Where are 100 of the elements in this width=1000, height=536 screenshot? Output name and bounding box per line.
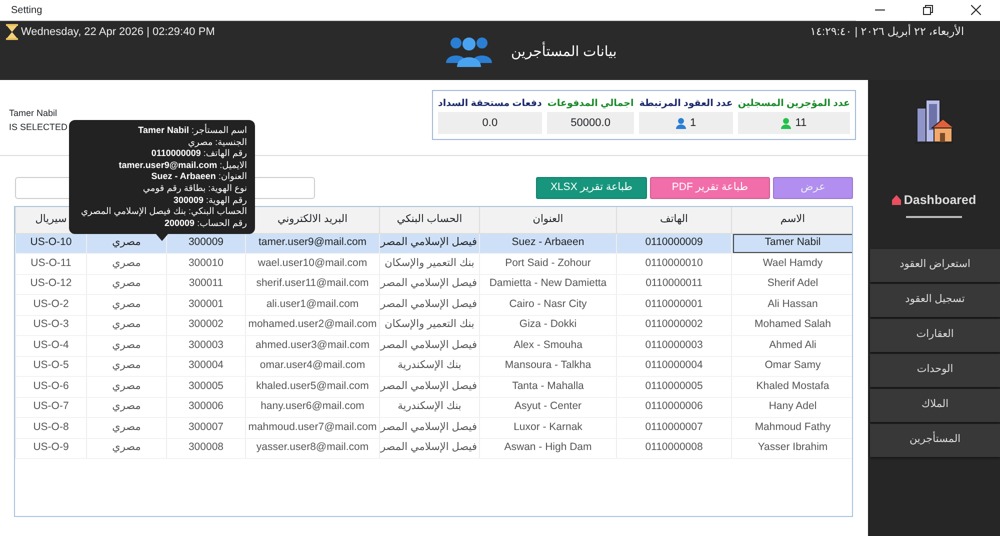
table-cell: Giza - Dokki: [480, 315, 616, 336]
tooltip-line: نوع الهوية: بطاقة رقم قومي: [142, 182, 247, 195]
stat-label: دفعات مستحقة السداد: [438, 97, 542, 111]
table-cell: 300008: [166, 438, 246, 458]
table-cell: ali.user1@mail.com: [246, 294, 380, 315]
table-cell: Mansoura - Talkha: [480, 356, 616, 376]
sidebar-item[interactable]: الملاك: [870, 388, 1000, 422]
selected-name: Tamer Nabil: [9, 106, 58, 120]
selection-status: IS SELECTED: [9, 120, 68, 134]
table-cell: Tamer Nabil: [732, 233, 852, 254]
home-icon: [892, 195, 901, 206]
table-cell: Mohamed Salah: [732, 315, 852, 336]
table-cell: Tanta - Mahalla: [480, 376, 616, 397]
table-cell: مصري: [86, 376, 166, 397]
table-cell: khaled.user5@mail.com: [246, 376, 380, 397]
dashboard-title: Dashboared: [904, 192, 976, 209]
sidebar-item[interactable]: استعراض العقود: [870, 248, 1000, 282]
table-cell: بنك التعمير والإسكان: [380, 254, 480, 274]
table-cell: Ahmed Ali: [732, 336, 852, 356]
table-cell: 300003: [166, 336, 246, 356]
table-cell: Suez - Arbaeen: [480, 233, 616, 254]
table-cell: مصري: [86, 274, 166, 294]
window-title: Setting: [10, 4, 42, 18]
close-icon: [971, 5, 981, 15]
stat-value: 0.0: [438, 112, 542, 134]
table-cell: Hany Adel: [732, 397, 852, 418]
column-header[interactable]: الاسم: [732, 207, 852, 233]
stat-value: 50000.0: [546, 112, 634, 134]
table-cell: 0110000010: [616, 254, 732, 274]
table-cell: Mahmoud Fathy: [732, 418, 852, 438]
table-cell: mahmoud.user7@mail.com: [246, 418, 380, 438]
sidebar-item[interactable]: الوحدات: [870, 354, 1000, 387]
table-cell: Omar Samy: [732, 356, 852, 376]
table-cell: US-O-10: [16, 233, 86, 254]
table-cell: مصري: [86, 315, 166, 336]
table-cell: US-O-4: [16, 336, 86, 356]
table-cell: 0110000011: [616, 274, 732, 294]
table-cell: 300005: [166, 376, 246, 397]
table-cell: sherif.user11@mail.com: [246, 274, 380, 294]
table-cell: wael.user10@mail.com: [246, 254, 380, 274]
table-cell: مصري: [86, 418, 166, 438]
table-cell: Port Said - Zohour: [480, 254, 616, 274]
table-cell: tamer.user9@mail.com: [246, 233, 380, 254]
table-cell: US-O-12: [16, 274, 86, 294]
table-cell: 300001: [166, 294, 246, 315]
table-cell: بنك الإسكندرية: [380, 356, 480, 376]
table-cell: بنك التعمير والإسكان: [380, 315, 480, 336]
restore-icon: [923, 5, 933, 15]
table-cell: US-O-6: [16, 376, 86, 397]
users-icon: [445, 35, 493, 67]
table-cell: Ali Hassan: [732, 294, 852, 315]
table-cell: hany.user6@mail.com: [246, 397, 380, 418]
table-cell: Yasser Ibrahim: [732, 438, 852, 458]
table-cell: mohamed.user2@mail.com: [246, 315, 380, 336]
stat-value: 11: [795, 116, 807, 131]
table-cell: yasser.user8@mail.com: [246, 438, 380, 458]
table-cell: مصري: [86, 336, 166, 356]
table-cell: Damietta - New Damietta: [480, 274, 616, 294]
sidebar-item[interactable]: العقارات: [870, 318, 1000, 352]
table-cell: مصري: [86, 254, 166, 274]
table-cell: 0110000009: [616, 233, 732, 254]
stat-label: عدد العقود المرتبطة: [639, 97, 733, 111]
table-cell: 0110000003: [616, 336, 732, 356]
sidebar-item[interactable]: تسجيل العقود: [870, 284, 1000, 317]
table-cell: 0110000004: [616, 356, 732, 376]
table-cell: 300006: [166, 397, 246, 418]
table-cell: مصري: [86, 356, 166, 376]
table-cell: 300011: [166, 274, 246, 294]
table-cell: Sherif Adel: [732, 274, 852, 294]
table-cell: مصري: [86, 397, 166, 418]
table-cell: Wael Hamdy: [732, 254, 852, 274]
page-title: بيانات المستأجرين: [511, 40, 617, 62]
table-cell: 0110000008: [616, 438, 732, 458]
table-cell: US-O-11: [16, 254, 86, 274]
column-header[interactable]: العنوان: [480, 207, 616, 233]
table-cell: Aswan - High Dam: [480, 438, 616, 458]
sidebar-item[interactable]: المستأجرين: [870, 424, 1000, 457]
stat-label: عدد المؤجرين المسجلين: [738, 97, 850, 111]
table-cell: omar.user4@mail.com: [246, 356, 380, 376]
table-cell: 300004: [166, 356, 246, 376]
tooltip-line: الجنسية: مصري: [187, 136, 247, 148]
table-cell: Khaled Mostafa: [732, 376, 852, 397]
table-cell: Asyut - Center: [480, 397, 616, 418]
table-cell: بنك الإسكندرية: [380, 397, 480, 418]
table-cell: Luxor - Karnak: [480, 418, 616, 438]
table-cell: 0110000002: [616, 315, 732, 336]
table-cell: US-O-3: [16, 315, 86, 336]
column-header[interactable]: الهاتف: [616, 207, 732, 233]
table-cell: US-O-7: [16, 397, 86, 418]
table-cell: 0110000006: [616, 397, 732, 418]
table-cell: ahmed.user3@mail.com: [246, 336, 380, 356]
action-button[interactable]: طباعة تقرير XLSX: [536, 177, 647, 199]
table-cell: US-O-8: [16, 418, 86, 438]
column-header[interactable]: الحساب البنكي: [380, 207, 480, 233]
table-cell: 300002: [166, 315, 246, 336]
stat-value: 1: [690, 116, 696, 131]
table-cell: 0110000007: [616, 418, 732, 438]
table-cell: 0110000005: [616, 376, 732, 397]
table-cell: US-O-2: [16, 294, 86, 315]
table-cell: Cairo - Nasr City: [480, 294, 616, 315]
